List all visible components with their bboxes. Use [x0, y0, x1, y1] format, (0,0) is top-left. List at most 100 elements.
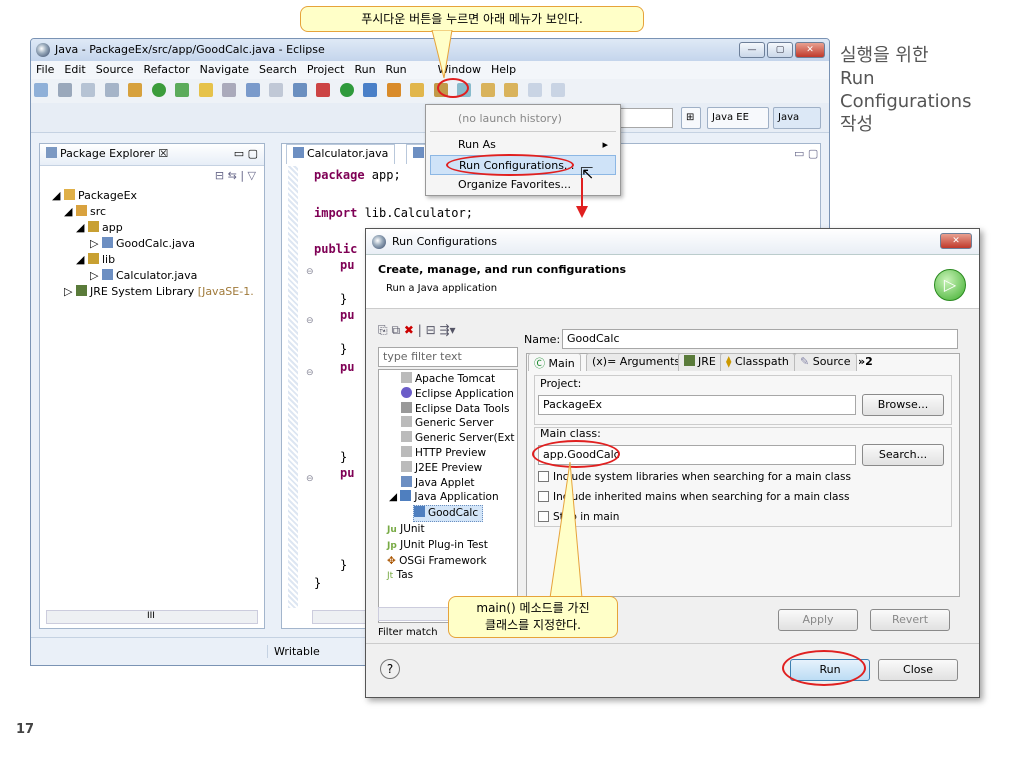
new-java-class-icon[interactable] [151, 83, 166, 97]
view-min-max-icon[interactable]: ▭ ▢ [234, 147, 258, 160]
menu-run-2[interactable]: Run [381, 61, 412, 78]
project-input[interactable]: PackageEx [538, 395, 856, 415]
horizontal-scrollbar[interactable]: III [46, 610, 258, 624]
pilcrow-icon[interactable] [269, 83, 283, 97]
scroll-thumb-grip: III [147, 611, 155, 621]
menu-file[interactable]: File [31, 61, 59, 78]
link-editor-icon[interactable]: ⇆ [228, 169, 237, 182]
server-icon [401, 445, 412, 457]
package-explorer-tab[interactable]: Package Explorer ☒ ▭ ▢ [40, 144, 264, 166]
run-icon[interactable] [339, 83, 354, 97]
filter-matched-text: Filter match [378, 627, 438, 638]
tree-item-apache-tomcat[interactable]: Apache Tomcat [401, 372, 517, 387]
layout-icon[interactable] [245, 83, 260, 97]
debug-icon[interactable] [128, 83, 142, 97]
dialog-close-button[interactable]: ✕ [940, 233, 972, 249]
submenu-arrow-icon: ▸ [602, 138, 608, 151]
back-icon[interactable] [527, 83, 542, 97]
tree-item-j2ee-preview[interactable]: J2EE Preview [401, 460, 517, 476]
run-dropdown-icon[interactable] [363, 83, 377, 97]
tab-arguments[interactable]: (x)= Arguments [586, 353, 687, 371]
fold-icon[interactable]: ⊖ [306, 474, 314, 484]
more-tabs-button[interactable]: »2 [858, 355, 873, 368]
minimize-button[interactable]: — [739, 42, 765, 58]
fold-icon[interactable]: ⊖ [306, 316, 314, 326]
save-all-icon[interactable] [81, 83, 95, 97]
tree-item-java-applet[interactable]: Java Applet [401, 475, 517, 491]
menu-search[interactable]: Search [254, 61, 302, 78]
apply-button[interactable]: Apply [778, 609, 858, 631]
tree-item-src[interactable]: ◢ src [52, 204, 264, 220]
tree-item-app[interactable]: ◢ app [52, 220, 264, 236]
debug-launch-icon[interactable] [316, 83, 330, 97]
view-menu-icon[interactable]: ▽ [248, 169, 256, 182]
tab-jre[interactable]: JRE [678, 353, 722, 371]
tree-item-eclipse-application[interactable]: Eclipse Application [401, 386, 517, 402]
menu-source[interactable]: Source [91, 61, 139, 78]
menu-item-run-as[interactable]: Run As ▸ [430, 135, 616, 155]
menu-help[interactable]: Help [486, 61, 521, 78]
tab-main[interactable]: Ⓒ Main [528, 353, 581, 371]
browse-button[interactable]: Browse... [862, 394, 944, 416]
tree-item-osgi[interactable]: ✥ OSGi Framework [387, 554, 517, 569]
editor-tab-calculator[interactable]: Calculator.java [286, 144, 396, 164]
close-window-button[interactable]: ✕ [795, 42, 825, 58]
tree-item-tas[interactable]: Jt Tas [387, 568, 517, 584]
tree-item-calculator[interactable]: ▷ Calculator.java [52, 268, 264, 284]
editor-min-max-icon[interactable]: ▭ ▢ [794, 147, 818, 160]
fold-icon[interactable]: ⊖ [306, 368, 314, 378]
tree-item-generic-server[interactable]: Generic Server [401, 416, 517, 431]
tab-source[interactable]: ✎ Source [794, 353, 857, 371]
revert-button[interactable]: Revert [870, 609, 950, 631]
search-button[interactable]: Search... [862, 444, 944, 466]
menu-edit[interactable]: Edit [59, 61, 90, 78]
help-icon[interactable]: ? [380, 659, 400, 679]
tree-item-goodcalc[interactable]: ▷ GoodCalc.java [52, 236, 264, 252]
collapse-all-icon[interactable]: ⊟ [215, 169, 224, 182]
tab-classpath[interactable]: ⧫ Classpath [720, 353, 795, 371]
name-input[interactable]: GoodCalc [562, 329, 958, 349]
filter-input[interactable]: type filter text [378, 347, 518, 367]
toggle-icon[interactable] [222, 83, 236, 97]
new-config-icon[interactable]: ⎘ [378, 323, 388, 337]
brush-icon[interactable] [198, 83, 213, 97]
collapse-icon[interactable]: ⊟ [426, 323, 436, 337]
tree-item-eclipse-data-tools[interactable]: Eclipse Data Tools [401, 401, 517, 417]
close-view-icon[interactable]: ☒ [158, 147, 168, 160]
tree-item-junit-plugin[interactable]: Jp JUnit Plug-in Test [387, 538, 517, 554]
prev-annotation-icon[interactable] [504, 83, 518, 97]
new-icon[interactable] [34, 83, 48, 97]
close-button[interactable]: Close [878, 659, 958, 681]
menu-project[interactable]: Project [302, 61, 350, 78]
perspective-java-ee[interactable]: Java EE [707, 107, 769, 129]
next-annotation-icon[interactable] [480, 83, 495, 97]
open-folder-icon[interactable] [410, 83, 424, 97]
forward-icon[interactable] [551, 83, 565, 97]
database-icon [401, 401, 412, 413]
tree-item-jre[interactable]: ▷ JRE System Library [JavaSE-1. [52, 284, 264, 300]
refresh-icon[interactable] [175, 83, 189, 97]
maximize-button[interactable]: ▢ [767, 42, 793, 58]
package-explorer: Package Explorer ☒ ▭ ▢ ⊟ ⇆ | ▽ ◢ Package… [39, 143, 265, 629]
tree-item-goodcalc-config[interactable]: GoodCalc [413, 505, 484, 522]
filter-icon[interactable]: ⇶▾ [439, 323, 455, 337]
external-tools-icon[interactable] [386, 83, 401, 97]
perspective-java[interactable]: Java [773, 107, 821, 129]
delete-icon[interactable]: ✖ [404, 323, 414, 337]
tree-item-http-preview[interactable]: HTTP Preview [401, 445, 517, 461]
menu-refactor[interactable]: Refactor [139, 61, 195, 78]
tree-item-lib[interactable]: ◢ lib [52, 252, 264, 268]
tree-item-generic-server-ext[interactable]: Generic Server(Ext [401, 431, 517, 446]
annotation-icon[interactable] [292, 83, 307, 97]
fold-icon[interactable]: ⊖ [306, 267, 314, 277]
menu-navigate[interactable]: Navigate [195, 61, 254, 78]
tree-item-junit[interactable]: Ju JUnit [387, 522, 517, 538]
open-perspective-button[interactable]: ⊞ [681, 107, 701, 129]
save-icon[interactable] [57, 83, 72, 97]
callout-line: main() 메소드를 가진 [476, 601, 590, 615]
tree-item-java-application[interactable]: ◢ Java Application [389, 490, 517, 505]
duplicate-icon[interactable]: ⧉ [391, 323, 400, 337]
menu-run[interactable]: Run [349, 61, 380, 78]
tree-item-packageex[interactable]: ◢ PackageEx [52, 188, 264, 204]
print-icon[interactable] [104, 83, 119, 97]
